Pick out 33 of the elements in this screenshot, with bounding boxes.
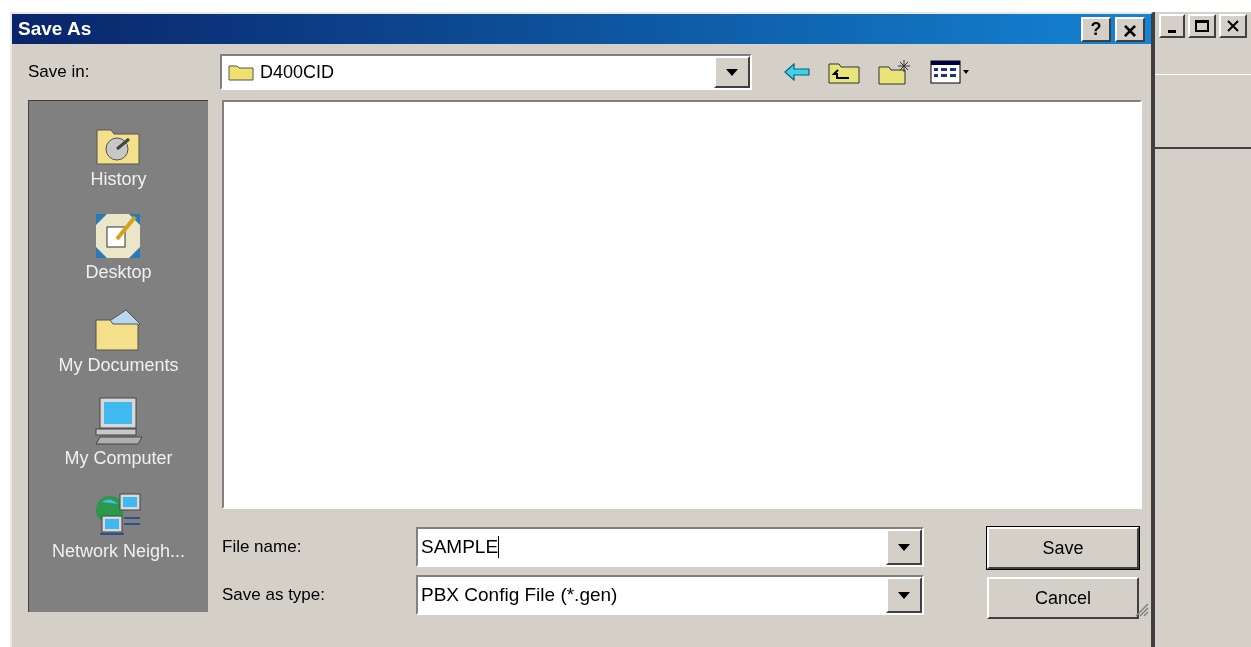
help-button[interactable]: ? — [1081, 16, 1111, 42]
window-title: Save As — [18, 16, 92, 41]
folder-icon — [228, 63, 254, 81]
field-label: Save as type: — [222, 584, 326, 607]
caret-icon — [726, 68, 738, 76]
documents-folder-icon — [94, 308, 143, 352]
computer-icon — [93, 397, 144, 445]
file-type-dropdown[interactable]: PBX Config File (*.gen) — [416, 575, 924, 615]
network-icon — [93, 492, 144, 538]
dropdown-button[interactable] — [886, 529, 922, 565]
new-folder-icon[interactable] — [878, 59, 912, 85]
desktop-icon — [95, 213, 142, 259]
field-value: SAMPLE — [421, 534, 499, 559]
dialog-button[interactable]: Save — [987, 527, 1139, 569]
dropdown-button[interactable] — [886, 577, 922, 613]
dialog-button[interactable]: Cancel — [987, 577, 1139, 619]
close-button[interactable]: × — [1115, 16, 1145, 42]
file-name-field[interactable]: SAMPLE — [416, 527, 924, 567]
dropdown-button[interactable] — [714, 56, 750, 88]
places-item[interactable]: Network Neigh... — [51, 481, 186, 565]
field-label: File name: — [222, 536, 303, 559]
close-icon — [1227, 20, 1239, 32]
resize-grip-icon — [1135, 603, 1149, 617]
back-arrow-icon[interactable] — [784, 63, 810, 81]
view-menu-icon[interactable] — [930, 60, 970, 84]
up-folder-icon[interactable] — [828, 60, 860, 84]
save-in-label: Save in: — [28, 61, 91, 84]
field-value: PBX Config File (*.gen) — [421, 582, 618, 607]
caret-icon — [898, 591, 910, 599]
save-in-value: D400CID — [260, 60, 335, 84]
caret-icon — [898, 543, 910, 551]
text-cursor — [498, 536, 500, 558]
save-in-dropdown[interactable]: D400CID — [220, 54, 752, 90]
